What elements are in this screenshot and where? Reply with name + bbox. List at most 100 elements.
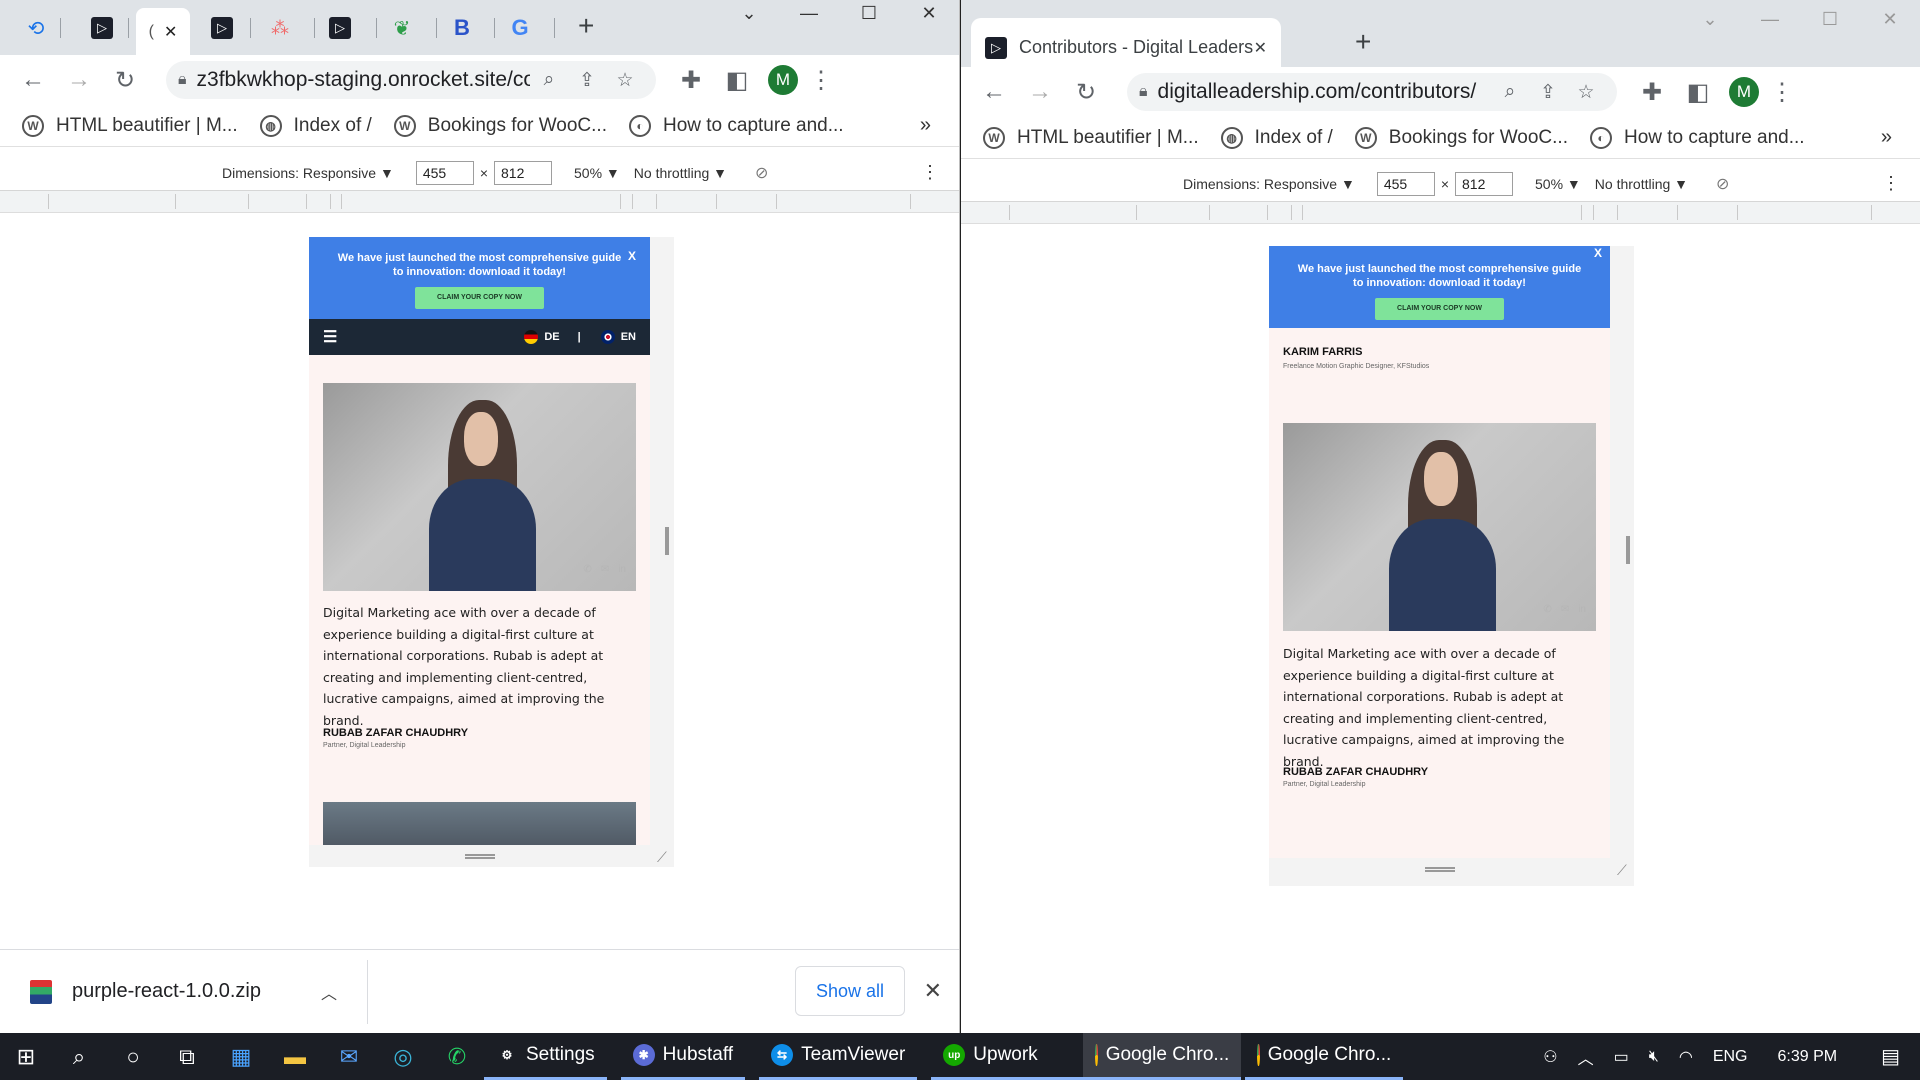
banner-close-button[interactable]: X bbox=[1594, 246, 1602, 260]
address-bar[interactable]: 🔒︎ digitalleadership.com/contributors/ ⌕… bbox=[1127, 73, 1617, 111]
download-file-name[interactable]: purple-react-1.0.0.zip bbox=[72, 980, 261, 1003]
profile-avatar[interactable]: M bbox=[1729, 77, 1759, 107]
menu-kebab-icon[interactable]: ⋮ bbox=[798, 66, 844, 95]
maximize-button[interactable]: ☐ bbox=[1800, 6, 1860, 36]
taskbar-app-settings[interactable]: ⚙ Settings bbox=[484, 1033, 607, 1080]
meet-now-icon[interactable]: ▭ bbox=[1614, 1047, 1629, 1067]
bookmark-item[interactable]: W HTML beautifier | M... bbox=[22, 114, 238, 137]
notifications-icon[interactable]: ▤ bbox=[1881, 1044, 1900, 1069]
zoom-icon[interactable]: ⌕ bbox=[1491, 81, 1529, 103]
people-icon[interactable]: ⚇ bbox=[1543, 1047, 1557, 1067]
tab-6[interactable]: ❦ bbox=[384, 10, 420, 46]
task-view-icon[interactable]: ⧉ bbox=[160, 1044, 214, 1070]
width-input[interactable]: 455 bbox=[1376, 171, 1435, 196]
file-explorer-icon[interactable]: ▬ bbox=[268, 1044, 322, 1070]
close-window-button[interactable]: ✕ bbox=[899, 0, 959, 30]
minimize-button[interactable]: — bbox=[779, 0, 839, 30]
clock[interactable]: 6:39 PM bbox=[1778, 1048, 1838, 1066]
tab-close-icon[interactable]: ✕ bbox=[164, 22, 177, 42]
bookmark-item[interactable]: W HTML beautifier | M... bbox=[983, 126, 1199, 149]
bookmark-item[interactable]: ◍ Index of / bbox=[1220, 126, 1333, 149]
profile-avatar[interactable]: M bbox=[768, 65, 798, 95]
rotate-icon[interactable]: ⊘ bbox=[1716, 174, 1729, 194]
resize-handle-bottom[interactable] bbox=[465, 854, 495, 859]
linkedin-icon[interactable]: in bbox=[1578, 604, 1586, 615]
throttle-select[interactable]: No throttling ▼ bbox=[634, 165, 727, 181]
start-windows-icon[interactable]: ⊞ bbox=[0, 1044, 52, 1070]
resize-corner-icon[interactable]: ⟋ bbox=[1617, 862, 1627, 879]
throttle-select[interactable]: No throttling ▼ bbox=[1595, 176, 1688, 192]
bookmark-item[interactable]: ◍ Index of / bbox=[259, 114, 372, 137]
taskbar-app-teamviewer[interactable]: ⇆ TeamViewer bbox=[759, 1033, 918, 1080]
zoom-icon[interactable]: ⌕ bbox=[530, 69, 568, 91]
more-bookmarks-button[interactable]: » bbox=[1881, 126, 1892, 149]
whatsapp-icon[interactable]: ✆ bbox=[430, 1044, 484, 1070]
address-bar[interactable]: 🔒︎ z3fbkwkhop-staging.onrocket.site/cont… bbox=[166, 61, 656, 99]
tab-4[interactable]: ⁂ bbox=[262, 10, 298, 46]
new-tab-button[interactable]: + bbox=[1355, 26, 1371, 58]
resize-handle-bottom[interactable] bbox=[1425, 867, 1455, 872]
height-input[interactable]: 812 bbox=[1455, 171, 1514, 196]
tab-close-icon[interactable]: ✕ bbox=[1254, 38, 1267, 58]
claim-copy-button[interactable]: CLAIM YOUR COPY NOW bbox=[415, 287, 544, 309]
search-icon[interactable]: ⌕ bbox=[52, 1044, 106, 1070]
claim-copy-button[interactable]: CLAIM YOUR COPY NOW bbox=[1375, 298, 1504, 320]
tab-search-icon[interactable]: ⌄ bbox=[719, 0, 779, 30]
maximize-button[interactable]: ☐ bbox=[839, 0, 899, 30]
phone-icon[interactable]: ✆ bbox=[1543, 604, 1551, 615]
bookmark-item[interactable]: ◐ How to capture and... bbox=[1589, 126, 1805, 149]
dimensions-select[interactable]: Dimensions: Responsive ▼ bbox=[1183, 176, 1355, 192]
linkedin-icon[interactable]: in bbox=[618, 564, 626, 575]
side-panel-icon[interactable]: ◧ bbox=[1675, 78, 1721, 107]
chevron-up-icon[interactable]: ︿ bbox=[321, 980, 337, 1004]
reload-icon[interactable]: ↻ bbox=[102, 66, 148, 95]
tab-3[interactable]: ▷ bbox=[204, 10, 240, 46]
lang-en[interactable]: EN bbox=[600, 330, 636, 344]
volume-muted-icon[interactable]: 🔇︎ bbox=[1649, 1048, 1659, 1066]
hamburger-menu-icon[interactable]: ☰ bbox=[323, 327, 514, 347]
width-input[interactable]: 455 bbox=[415, 160, 474, 185]
bookmark-star-icon[interactable]: ☆ bbox=[1567, 81, 1605, 104]
devtools-more-icon[interactable]: ⋮ bbox=[921, 162, 939, 183]
close-window-button[interactable]: ✕ bbox=[1860, 6, 1920, 36]
mail-icon[interactable]: ✉ bbox=[322, 1044, 376, 1070]
forward-icon[interactable]: → bbox=[1017, 78, 1063, 106]
mail-icon[interactable]: ✉ bbox=[601, 564, 609, 575]
back-icon[interactable]: ← bbox=[971, 78, 1017, 106]
extensions-icon[interactable]: ✚ bbox=[1629, 78, 1675, 107]
taskbar-app-chrome-2[interactable]: Google Chro... bbox=[1245, 1033, 1404, 1080]
tab-7[interactable]: B bbox=[444, 10, 480, 46]
show-all-button[interactable]: Show all bbox=[794, 966, 905, 1016]
share-icon[interactable]: ⇪ bbox=[1529, 81, 1567, 104]
chevron-up-icon[interactable]: ︿ bbox=[1578, 1045, 1594, 1069]
new-tab-button[interactable]: + bbox=[578, 10, 594, 42]
reload-icon[interactable]: ↻ bbox=[1063, 78, 1109, 107]
dimensions-select[interactable]: Dimensions: Responsive ▼ bbox=[222, 165, 394, 181]
height-input[interactable]: 812 bbox=[494, 160, 553, 185]
extensions-icon[interactable]: ✚ bbox=[668, 66, 714, 95]
tab-1[interactable]: ▷ bbox=[84, 10, 120, 46]
bookmark-item[interactable]: ◐ How to capture and... bbox=[628, 114, 844, 137]
bookmark-item[interactable]: W Bookings for WooC... bbox=[393, 114, 607, 137]
phone-icon[interactable]: ✆ bbox=[583, 564, 591, 575]
lang-de[interactable]: DE bbox=[524, 330, 560, 344]
tab-history[interactable]: ⟲ bbox=[18, 10, 54, 46]
taskbar-app-hubstaff[interactable]: ✱ Hubstaff bbox=[620, 1033, 746, 1080]
cortana-icon[interactable]: ○ bbox=[106, 1044, 160, 1070]
taskbar-app-chrome-1[interactable]: Google Chro... bbox=[1083, 1033, 1242, 1080]
rotate-icon[interactable]: ⊘ bbox=[755, 163, 768, 183]
banner-close-button[interactable]: X bbox=[628, 249, 636, 263]
menu-kebab-icon[interactable]: ⋮ bbox=[1759, 78, 1805, 107]
tab-search-icon[interactable]: ⌄ bbox=[1680, 6, 1740, 36]
resize-corner-icon[interactable]: ⟋ bbox=[657, 849, 667, 866]
back-icon[interactable]: ← bbox=[10, 66, 56, 94]
store-icon[interactable]: ▦ bbox=[214, 1044, 268, 1070]
tab-active[interactable]: ( ✕ bbox=[136, 8, 190, 55]
forward-icon[interactable]: → bbox=[56, 66, 102, 94]
side-panel-icon[interactable]: ◧ bbox=[714, 66, 760, 95]
bookmark-item[interactable]: W Bookings for WooC... bbox=[1354, 126, 1568, 149]
mail-icon[interactable]: ✉ bbox=[1561, 604, 1569, 615]
tab-8[interactable]: G bbox=[502, 10, 538, 46]
tab-5[interactable]: ▷ bbox=[322, 10, 358, 46]
zoom-select[interactable]: 50% ▼ bbox=[1535, 176, 1581, 192]
